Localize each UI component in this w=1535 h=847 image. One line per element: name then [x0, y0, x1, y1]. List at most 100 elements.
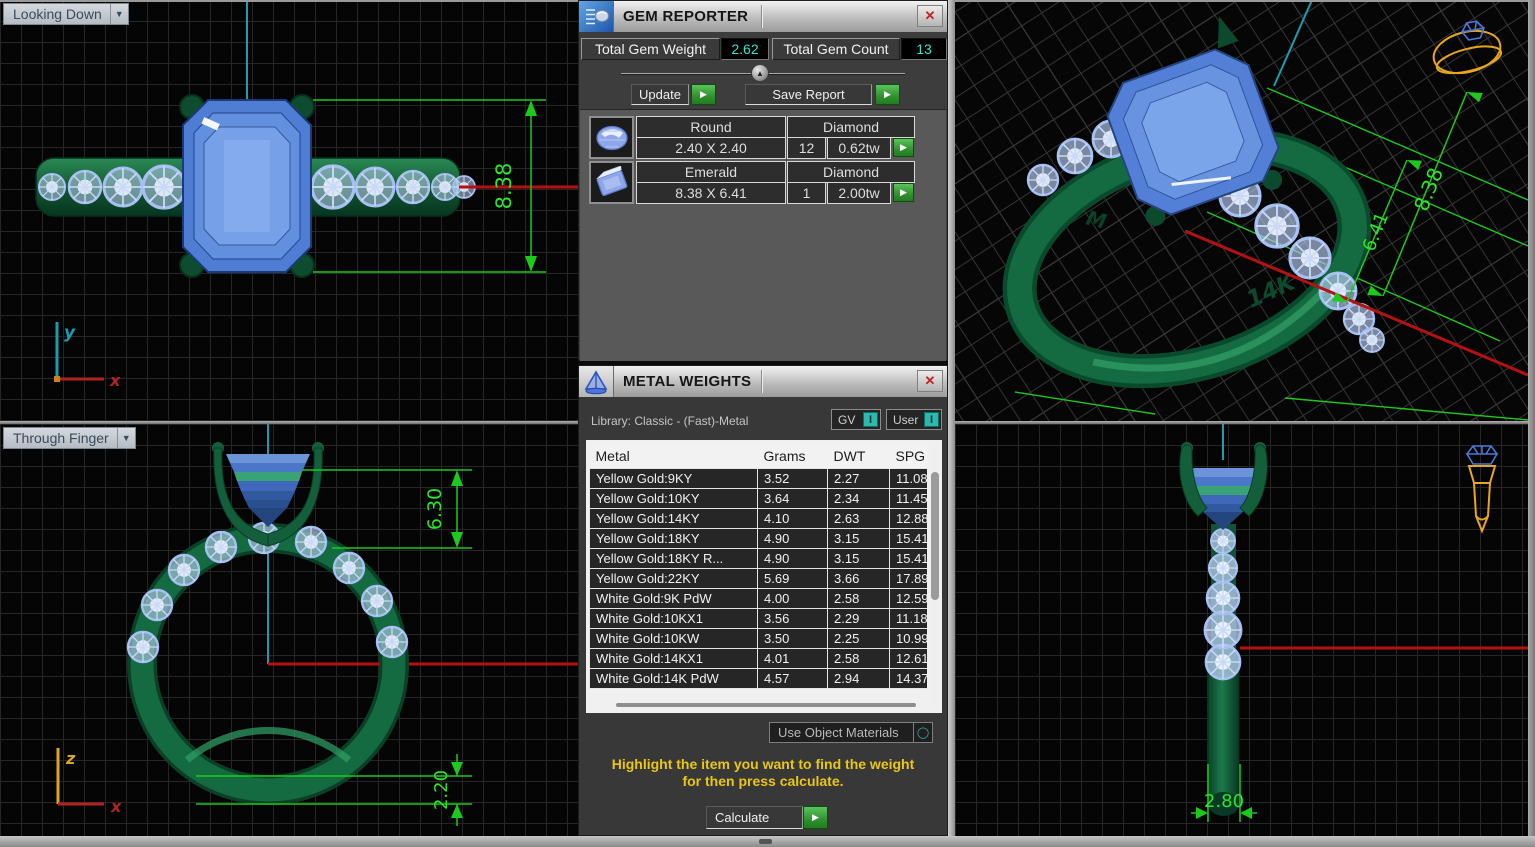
save-report-button[interactable]: Save Report [745, 84, 872, 105]
use-object-materials-label: Use Object Materials [778, 725, 899, 740]
panel-column: GEM REPORTER ✕ Total Gem Weight 2.62 Tot… [578, 0, 948, 847]
titlebar-separator [761, 370, 763, 393]
gem-type-cell[interactable]: Diamond [787, 161, 915, 183]
col-grams[interactable]: Grams [758, 443, 828, 469]
metal-row[interactable]: White Gold:10KW 3.50 2.25 10.99 [590, 629, 928, 649]
use-object-materials-dropdown[interactable]: Use Object Materials ◯ [769, 722, 933, 743]
col-spg[interactable]: SPG [890, 443, 928, 469]
update-button[interactable]: Update [631, 84, 689, 105]
panel-right-divider[interactable] [948, 0, 955, 847]
gem-weight-cell[interactable]: 0.62tw [827, 137, 891, 159]
gv-toggle-button[interactable]: GV I [831, 409, 881, 430]
scale-icon [579, 366, 614, 397]
viewport-title: Through Finger [13, 430, 117, 446]
ring-profile-view: 2.80 [955, 424, 1528, 847]
save-report-arrow-button[interactable]: ▶ [875, 84, 900, 105]
metal-row[interactable]: Yellow Gold:18KY 4.90 3.15 15.41 [590, 529, 928, 549]
calculate-arrow-button[interactable]: ▶ [803, 806, 828, 829]
total-gem-count-label: Total Gem Count [772, 38, 900, 60]
gem-type-cell[interactable]: Diamond [787, 116, 915, 138]
hint-text-line1: Highlight the item you want to find the … [579, 756, 947, 772]
metal-row[interactable]: White Gold:14KX1 4.01 2.58 12.61 [590, 649, 928, 669]
vertical-scrollbar[interactable] [930, 444, 940, 708]
metal-weights-table: Metal Grams DWT SPG Yellow Gold:9KY [589, 443, 927, 689]
gv-toggle-state: I [863, 412, 878, 427]
construction-line [1274, 0, 1312, 86]
viewport-perspective[interactable]: M 14K [955, 0, 1528, 421]
hint-text-line2: for then press calculate. [579, 773, 947, 789]
metal-row[interactable]: Yellow Gold:22KY 5.69 3.66 17.89 [590, 569, 928, 589]
axis-z-label: z [65, 749, 76, 768]
gem-count-cell[interactable]: 1 [787, 182, 826, 204]
viewport-side-profile[interactable]: 2.80 [955, 424, 1528, 847]
calculate-button[interactable]: Calculate [706, 806, 803, 829]
panel-title: METAL WEIGHTS [614, 373, 751, 390]
divider-grab-handle[interactable] [759, 839, 772, 844]
metal-row[interactable]: Yellow Gold:18KY R... 4.90 3.15 15.41 [590, 549, 928, 569]
svg-text:8.38: 8.38 [492, 163, 516, 210]
metal-row[interactable]: White Gold:14K PdW 4.57 2.94 14.37 [590, 669, 928, 689]
close-icon[interactable]: ✕ [917, 5, 943, 27]
gem-count-cell[interactable]: 12 [787, 137, 826, 159]
col-metal[interactable]: Metal [590, 443, 758, 469]
metal-row[interactable]: Yellow Gold:10KY 3.64 2.34 11.45 [590, 489, 928, 509]
metal-weights-panel: METAL WEIGHTS ✕ Library: Classic - (Fast… [578, 365, 948, 836]
axis-gizmo: z x [58, 748, 122, 816]
radio-circle-icon: ◯ [913, 723, 932, 742]
viewport-title-dropdown[interactable]: Looking Down ▼ [3, 3, 129, 25]
close-icon[interactable]: ✕ [917, 370, 943, 392]
view-mode-profile-icon [1467, 446, 1497, 531]
panel-collapse-handle[interactable]: ▲ [751, 64, 769, 82]
user-toggle-button[interactable]: User I [886, 409, 942, 430]
total-gem-count-value: 13 [901, 38, 947, 60]
total-gem-weight-value: 2.62 [721, 38, 769, 60]
metal-row[interactable]: Yellow Gold:14KY 4.10 2.63 12.88 [590, 509, 928, 529]
gem-list: Round Diamond 2.40 X 2.40 12 0.62tw ▶ [580, 109, 946, 361]
ring-front-view: 6.30 2.20 z x [0, 424, 578, 847]
metal-row[interactable]: White Gold:10KX1 3.56 2.29 11.18 [590, 609, 928, 629]
axis-x-label: x [109, 371, 121, 390]
axis-x-label: x [110, 797, 122, 816]
library-label: Library: Classic - (Fast)-Metal [591, 414, 748, 428]
bottom-divider-bar[interactable] [0, 836, 1535, 847]
scrollbar-thumb[interactable] [616, 703, 916, 707]
svg-text:8.38: 8.38 [1409, 164, 1448, 214]
center-stone-top [180, 95, 314, 277]
metal-row[interactable]: Yellow Gold:9KY 3.52 2.27 11.08 [590, 469, 928, 489]
chevron-down-icon[interactable]: ▼ [110, 4, 128, 24]
viewport-title-dropdown[interactable]: Through Finger ▼ [3, 427, 136, 449]
horizontal-scrollbar[interactable] [594, 702, 924, 708]
total-gem-weight-label: Total Gem Weight [581, 38, 720, 60]
axis-gizmo: y x [54, 322, 121, 390]
metal-table-body: Yellow Gold:9KY 3.52 2.27 11.08 Yellow G… [590, 469, 928, 689]
chevron-down-icon[interactable]: ▼ [117, 428, 135, 448]
gem-row-arrow-button[interactable]: ▶ [893, 183, 914, 202]
svg-text:2.20: 2.20 [431, 770, 452, 810]
view-mode-ring-icon [1429, 20, 1505, 79]
gem-shape-cell[interactable]: Emerald [636, 161, 786, 183]
user-label: User [893, 413, 918, 427]
metal-row[interactable]: White Gold:9K PdW 4.00 2.58 12.59 [590, 589, 928, 609]
gem-weight-cell[interactable]: 2.00tw [827, 182, 891, 204]
emerald-gem-icon [589, 161, 634, 204]
gem-reporter-titlebar[interactable]: GEM REPORTER ✕ [579, 1, 947, 32]
gem-size-cell[interactable]: 8.38 X 6.41 [636, 182, 786, 204]
center-stone-3d [1088, 12, 1291, 234]
svg-text:6.30: 6.30 [424, 488, 446, 530]
gem-shape-cell[interactable]: Round [636, 116, 786, 138]
viewport-looking-down[interactable]: 8.38 y x Looking Down ▼ [0, 0, 578, 421]
viewport-through-finger[interactable]: 6.30 2.20 z x Through Finger ▼ [0, 424, 578, 847]
svg-text:2.80: 2.80 [1204, 791, 1244, 812]
viewport-title: Looking Down [13, 6, 110, 22]
metal-weights-titlebar[interactable]: METAL WEIGHTS ✕ [579, 366, 947, 397]
metal-table-container: Metal Grams DWT SPG Yellow Gold:9KY [586, 440, 942, 713]
gem-reporter-panel: GEM REPORTER ✕ Total Gem Weight 2.62 Tot… [578, 0, 948, 361]
gv-label: GV [838, 413, 855, 427]
round-gem-icon [589, 116, 634, 159]
gem-size-cell[interactable]: 2.40 X 2.40 [636, 137, 786, 159]
col-dwt[interactable]: DWT [828, 443, 890, 469]
update-arrow-button[interactable]: ▶ [691, 84, 716, 105]
gem-row-arrow-button[interactable]: ▶ [893, 138, 914, 157]
scrollbar-thumb[interactable] [931, 472, 939, 600]
gem-reporter-icon [579, 1, 614, 32]
